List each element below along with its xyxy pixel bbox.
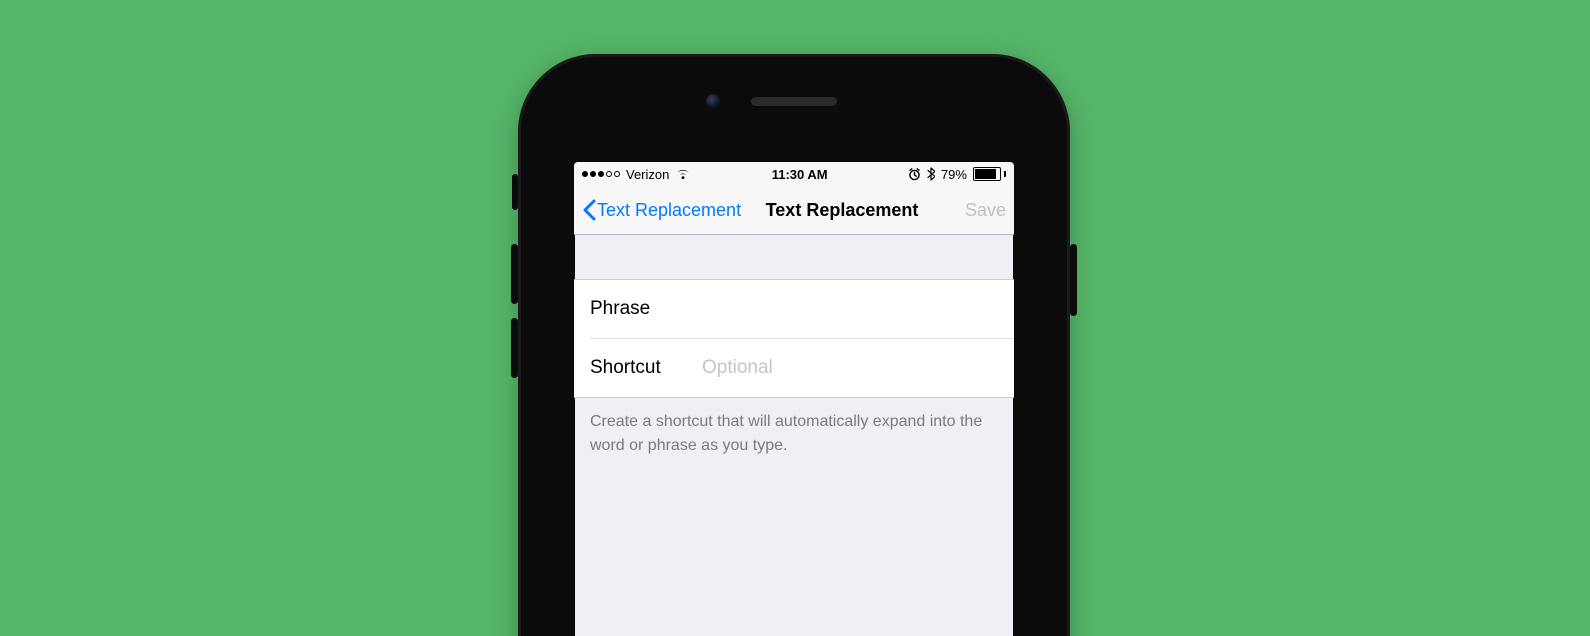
phrase-input[interactable] — [700, 297, 998, 321]
footer-note: Create a shortcut that will automaticall… — [574, 398, 1014, 470]
signal-strength-icon — [582, 171, 620, 177]
shortcut-row[interactable]: Shortcut — [590, 338, 1014, 397]
battery-percent: 79% — [941, 167, 967, 182]
power-button — [1070, 244, 1077, 316]
stage: Verizon 11:30 AM 79% — [0, 0, 1590, 636]
form-list: Phrase Shortcut — [574, 279, 1014, 398]
bluetooth-icon — [927, 167, 935, 181]
section-spacer — [574, 235, 1014, 279]
carrier-label: Verizon — [626, 167, 669, 182]
clock: 11:30 AM — [772, 167, 828, 182]
back-label: Text Replacement — [597, 200, 741, 221]
chevron-left-icon — [582, 199, 596, 221]
battery-icon — [973, 167, 1006, 181]
mute-switch — [512, 174, 518, 210]
front-camera — [706, 94, 720, 108]
volume-down-button — [511, 318, 518, 378]
earpiece-speaker — [751, 97, 837, 106]
phrase-label: Phrase — [590, 298, 682, 320]
volume-up-button — [511, 244, 518, 304]
save-button[interactable]: Save — [965, 200, 1006, 221]
status-bar: Verizon 11:30 AM 79% — [574, 162, 1014, 186]
back-button[interactable]: Text Replacement — [582, 199, 741, 221]
shortcut-label: Shortcut — [590, 357, 682, 379]
phone-frame: Verizon 11:30 AM 79% — [518, 54, 1070, 636]
phrase-row[interactable]: Phrase — [574, 280, 1014, 338]
nav-bar: Text Replacement Text Replacement Save — [574, 186, 1014, 235]
shortcut-input[interactable] — [700, 356, 998, 380]
wifi-icon — [675, 168, 691, 180]
alarm-icon — [908, 168, 921, 181]
screen: Verizon 11:30 AM 79% — [574, 162, 1014, 636]
